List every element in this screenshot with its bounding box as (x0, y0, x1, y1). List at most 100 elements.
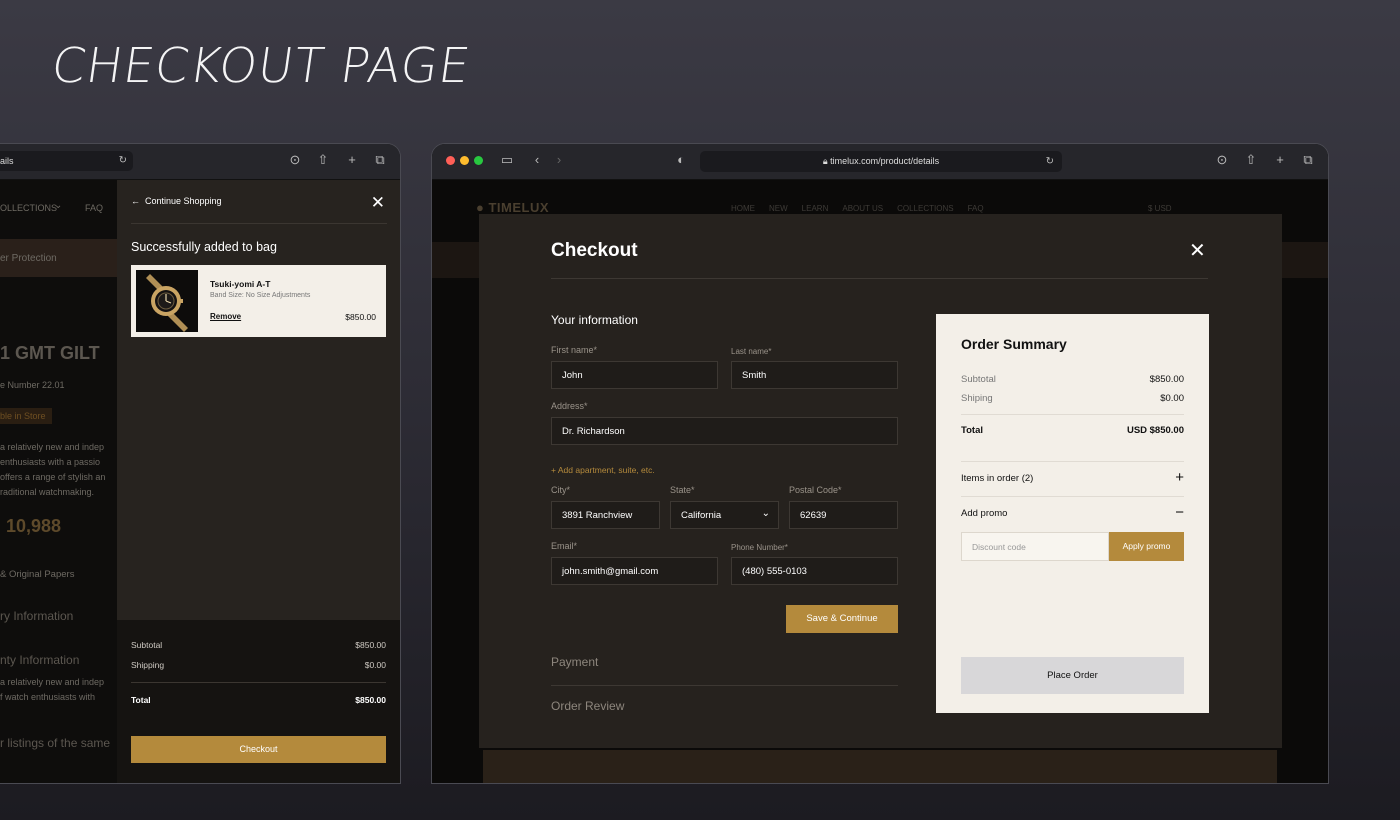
last-name-field[interactable]: Smith (731, 361, 898, 389)
nav-collections[interactable]: OLLECTIONS (0, 203, 57, 213)
continue-shopping-link[interactable]: ← Continue Shopping (131, 196, 387, 206)
city-field[interactable]: 3891 Ranchview (551, 501, 660, 529)
drawer-footer: Subtotal $850.00 Shipping $0.00 Total $8… (117, 620, 400, 783)
first-name-field[interactable]: John (551, 361, 718, 389)
close-window-button[interactable] (446, 156, 455, 165)
summary-shipping-row: Shiping $0.00 (961, 393, 1184, 404)
warranty-line: f watch enthusiasts with (0, 692, 96, 702)
plus-icon: + (1175, 469, 1184, 486)
nav-new[interactable]: NEW (769, 204, 788, 213)
phone-label: Phone Number* (731, 543, 788, 552)
reference-number: e Number 22.01 (0, 380, 65, 390)
address-bar[interactable]: ails ↻ (0, 151, 133, 171)
warranty-heading[interactable]: nty Information (0, 653, 79, 667)
forward-icon[interactable]: › (552, 153, 566, 167)
page-title: CHECKOUT PAGE (48, 38, 475, 94)
watch-thumbnail (136, 270, 198, 332)
availability-badge: ble in Store (0, 408, 52, 424)
warranty-line: a relatively new and indep (0, 677, 105, 687)
item-name: Tsuki-yomi A-T (210, 279, 271, 289)
left-browser-window: ails ↻ ⊙ ⇧ + ⧉ OLLECTIONS ⌄ FAQ er Prote… (0, 143, 401, 784)
divider (961, 414, 1184, 415)
share-icon[interactable]: ⇧ (1244, 153, 1258, 167)
checkout-button[interactable]: Checkout (131, 736, 386, 763)
item-price: $850.00 (345, 312, 376, 322)
papers-info: & Original Papers (0, 569, 75, 580)
divider (551, 685, 898, 686)
address-field[interactable]: Dr. Richardson (551, 417, 898, 445)
chevron-down-icon: ⌄ (54, 200, 63, 211)
order-summary-panel: Order Summary Subtotal $850.00 Shiping $… (936, 314, 1209, 713)
close-icon[interactable]: ✕ (1189, 238, 1206, 263)
close-icon[interactable]: ✕ (371, 193, 385, 213)
privacy-shield-icon[interactable]: ◐ (674, 153, 688, 167)
summary-title: Order Summary (961, 336, 1067, 352)
nav-collections[interactable]: COLLECTIONS (897, 204, 953, 213)
nav-learn[interactable]: LEARN (802, 204, 829, 213)
item-size: Band Size: No Size Adjustments (210, 292, 311, 299)
email-field[interactable]: john.smith@gmail.com (551, 557, 718, 585)
place-order-button[interactable]: Place Order (961, 657, 1184, 694)
reload-icon[interactable]: ↻ (1046, 151, 1054, 172)
discount-code-input[interactable]: Discount code (961, 532, 1109, 561)
description-line: enthusiasts with a passio (0, 457, 101, 467)
nav-about[interactable]: ABOUT US (842, 204, 883, 213)
back-icon[interactable]: ‹ (530, 153, 544, 167)
step-payment[interactable]: Payment (551, 655, 598, 669)
nav-home[interactable]: HOME (731, 204, 755, 213)
add-promo-toggle[interactable]: Add promo − (961, 505, 1184, 520)
download-icon[interactable]: ⊙ (1215, 153, 1229, 167)
zoom-window-button[interactable] (474, 156, 483, 165)
add-apartment-link[interactable]: + Add apartment, suite, etc. (551, 465, 655, 475)
tabs-overview-icon[interactable]: ⧉ (373, 153, 387, 167)
tabs-overview-icon[interactable]: ⧉ (1301, 153, 1315, 167)
step-order-review[interactable]: Order Review (551, 699, 624, 713)
reload-icon[interactable]: ↻ (119, 155, 127, 166)
description-line: a relatively new and indep (0, 442, 105, 452)
currency-selector[interactable]: $ USD (1148, 204, 1172, 213)
summary-total-row: Total USD $850.00 (961, 425, 1184, 436)
divider (131, 682, 386, 683)
lock-icon: 🔒︎ (822, 156, 828, 166)
description-line: offers a range of stylish an (0, 472, 106, 482)
modal-title: Checkout (551, 240, 638, 261)
apply-promo-button[interactable]: Apply promo (1109, 532, 1184, 561)
site-background: OLLECTIONS ⌄ FAQ er Protection 1 GMT GIL… (0, 180, 117, 783)
minimize-window-button[interactable] (460, 156, 469, 165)
items-in-order-toggle[interactable]: Items in order (2) + (961, 469, 1184, 486)
chevron-down-icon: ⌄ (761, 508, 770, 519)
divider (551, 278, 1208, 279)
cart-drawer: ← Continue Shopping ✕ Successfully added… (117, 180, 400, 783)
postal-code-field[interactable]: 62639 (789, 501, 898, 529)
new-tab-icon[interactable]: + (1273, 153, 1287, 167)
share-icon[interactable]: ⇧ (316, 153, 330, 167)
state-select[interactable]: California ⌄ (670, 501, 779, 529)
subtotal-row: Subtotal $850.00 (131, 640, 386, 650)
delivery-heading[interactable]: ry Information (0, 609, 73, 623)
arrow-left-icon: ← (131, 196, 140, 206)
new-tab-icon[interactable]: + (345, 153, 359, 167)
nav-faq[interactable]: FAQ (968, 204, 984, 213)
banner-text: er Protection (0, 253, 57, 264)
divider (961, 461, 1184, 462)
site-nav: HOME NEW LEARN ABOUT US COLLECTIONS FAQ (731, 204, 984, 213)
checkout-modal: Checkout ✕ Your information First name* … (479, 214, 1282, 748)
product-title: 1 GMT GILT (0, 343, 100, 363)
download-icon[interactable]: ⊙ (288, 153, 302, 167)
address-bar[interactable]: 🔒︎ timelux.com/product/details ↻ (700, 151, 1062, 172)
hero-image (483, 750, 1277, 783)
postal-code-label: Postal Code* (789, 485, 842, 495)
product-price: 10,988 (6, 516, 62, 536)
description-line: raditional watchmaking. (0, 487, 95, 497)
remove-item-link[interactable]: Remove (210, 312, 241, 321)
summary-subtotal-row: Subtotal $850.00 (961, 374, 1184, 385)
site-logo[interactable]: ● TIMELUX (476, 200, 549, 215)
state-label: State* (670, 485, 695, 495)
save-continue-button[interactable]: Save & Continue (786, 605, 898, 633)
shipping-row: Shipping $0.00 (131, 660, 386, 670)
browser-toolbar: ails ↻ ⊙ ⇧ + ⧉ (0, 144, 400, 180)
nav-faq[interactable]: FAQ (85, 203, 103, 213)
divider (961, 496, 1184, 497)
sidebar-icon[interactable]: ▭ (500, 153, 514, 167)
phone-field[interactable]: (480) 555-0103 (731, 557, 898, 585)
